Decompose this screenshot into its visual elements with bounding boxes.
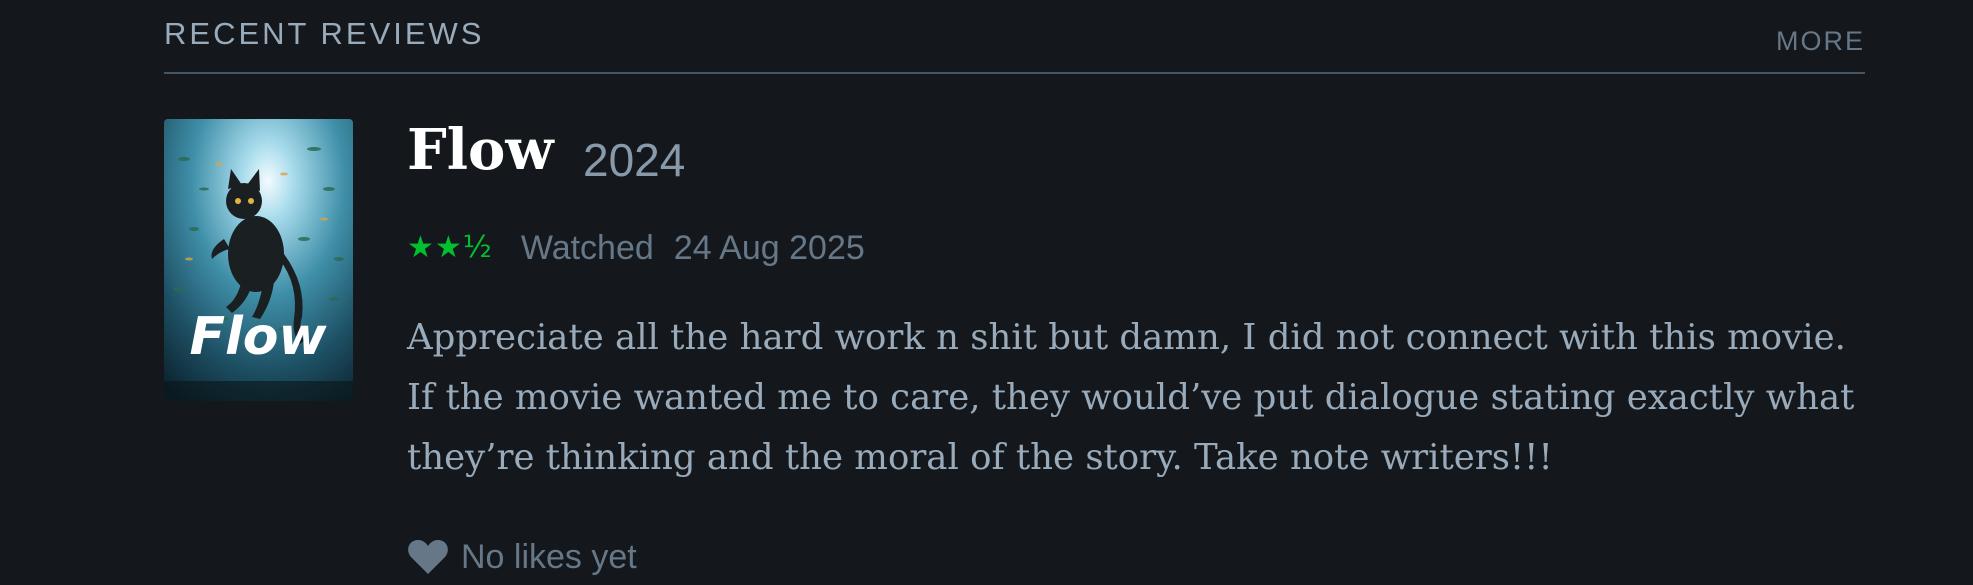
review-meta: ★★½ Watched 24 Aug 2025: [407, 228, 865, 268]
film-poster[interactable]: Flow: [164, 119, 353, 401]
more-link[interactable]: MORE: [1776, 28, 1865, 55]
film-year-link[interactable]: 2024: [583, 137, 685, 183]
review-entry: Flow 2024 ★★½ Watched 24 Aug 2025 Apprec…: [407, 118, 1877, 574]
poster-image: Flow: [164, 119, 353, 401]
review-body: Appreciate all the hard work n shit but …: [407, 317, 1855, 478]
poster-title-text: Flow: [189, 307, 327, 367]
likes-row: No likes yet: [407, 538, 637, 576]
likes-count-text: No likes yet: [461, 538, 637, 576]
film-title-link[interactable]: Flow: [407, 122, 554, 178]
film-heading: Flow 2024: [407, 118, 1877, 198]
heart-icon[interactable]: [407, 538, 449, 576]
watched-date[interactable]: 24 Aug 2025: [674, 231, 865, 265]
recent-reviews-section: RECENT REVIEWS MORE Flow Flow 2024 ★★½ W…: [0, 0, 1973, 585]
star-rating: ★★½: [407, 230, 493, 265]
section-header: RECENT REVIEWS MORE: [164, 14, 1865, 74]
watched-label[interactable]: Watched: [521, 231, 654, 265]
section-title[interactable]: RECENT REVIEWS: [164, 18, 484, 49]
